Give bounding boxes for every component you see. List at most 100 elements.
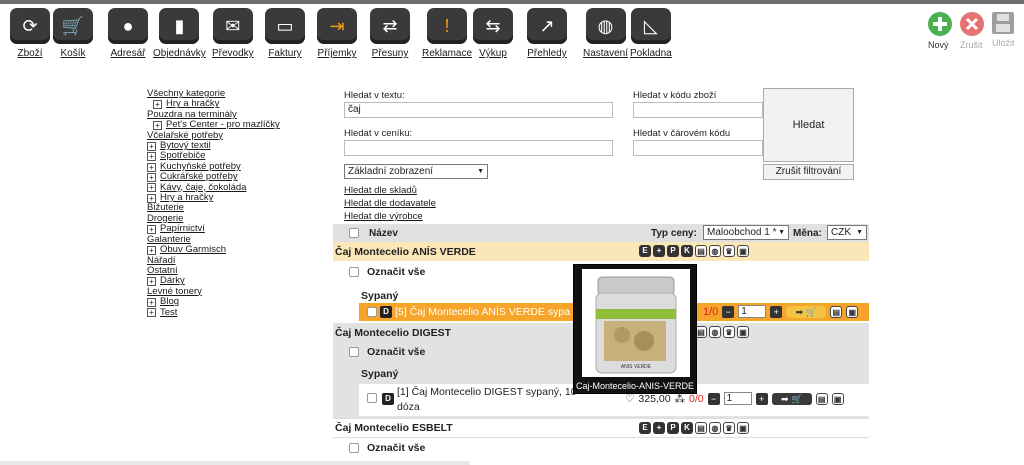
- expand-icon[interactable]: +: [147, 245, 156, 255]
- toolbar-item-reklamace[interactable]: ! Reklamace: [422, 8, 472, 59]
- document-icon[interactable]: ▤: [695, 245, 707, 257]
- parameter-icon[interactable]: P: [667, 245, 679, 257]
- tree-item[interactable]: + Obuv Garmisch: [147, 244, 327, 255]
- product-name: Čaj Montecelio DIGEST: [335, 326, 452, 339]
- product-row[interactable]: Čaj Montecelio ANÍS VERDE E + P K ▤ ◍ ♛ …: [333, 242, 869, 261]
- image-icon[interactable]: ▣: [831, 392, 844, 405]
- toolbar-item-převodky[interactable]: ✉ Převodky: [212, 8, 254, 59]
- price-type-select[interactable]: Maloobchod 1 * ▼: [703, 225, 789, 240]
- mark-all[interactable]: Označit vše: [349, 442, 425, 454]
- toolbar-item-zboží[interactable]: ⟳ Zboží: [10, 8, 50, 59]
- search-by-manufacturer-link[interactable]: Hledat dle výrobce: [344, 211, 423, 222]
- toolbar-item-výkup[interactable]: ⇆ Výkup: [473, 8, 513, 59]
- select-all-checkbox[interactable]: [349, 228, 359, 238]
- item-controls: 1/0 − 1 + ➡ 🛒 ▤ ▣: [703, 305, 859, 318]
- quantity-input[interactable]: 1: [723, 392, 752, 405]
- image-icon[interactable]: ▣: [737, 245, 749, 257]
- toolbar-item-faktury[interactable]: ▭ Faktury: [265, 8, 305, 59]
- expand-icon[interactable]: +: [147, 172, 156, 182]
- globe-icon[interactable]: ◍: [709, 326, 721, 338]
- item-name-continued: dóza: [397, 401, 420, 413]
- buyback-icon: ⇆: [473, 8, 513, 44]
- tree-item[interactable]: + Blog: [147, 296, 327, 307]
- expand-icon[interactable]: +: [153, 100, 162, 110]
- add-to-cart-button[interactable]: ➡ 🛒: [771, 392, 812, 405]
- currency-select[interactable]: CZK ▼: [827, 225, 867, 240]
- add-to-cart-button[interactable]: ➡ 🛒: [786, 305, 827, 318]
- horizontal-scrollbar[interactable]: [0, 461, 470, 465]
- expand-icon[interactable]: +: [147, 152, 156, 162]
- mark-all[interactable]: Označit vše: [349, 346, 425, 358]
- toolbar-item-objednávky[interactable]: ▮ Objednávky: [153, 8, 206, 59]
- search-button[interactable]: Hledat: [763, 88, 854, 162]
- globe-icon[interactable]: ◍: [709, 245, 721, 257]
- cancel-filter-button[interactable]: Zrušit filtrování: [763, 164, 854, 180]
- envelope-icon: ✉: [212, 8, 253, 44]
- table-header: Název Typ ceny: Maloobchod 1 * ▼ Měna: C…: [333, 224, 869, 242]
- globe-icon[interactable]: ◍: [709, 422, 721, 434]
- view-select[interactable]: Základní zobrazení ▼: [344, 164, 488, 179]
- expand-icon[interactable]: +: [147, 308, 156, 318]
- plus-icon[interactable]: +: [755, 392, 768, 405]
- tree-item-label[interactable]: Obuv Garmisch: [160, 244, 226, 255]
- category-icon[interactable]: K: [681, 245, 693, 257]
- image-icon[interactable]: ▣: [846, 305, 859, 318]
- crown-icon[interactable]: ♛: [723, 326, 735, 338]
- toolbar-item-košík[interactable]: 🛒 Košík: [53, 8, 93, 59]
- expand-icon[interactable]: +: [147, 141, 156, 151]
- document-icon[interactable]: ▤: [695, 422, 707, 434]
- edit-icon[interactable]: E: [639, 245, 651, 257]
- mark-all-checkbox[interactable]: [349, 443, 359, 453]
- expand-icon[interactable]: +: [147, 297, 156, 307]
- tree-item-label[interactable]: Test: [160, 307, 177, 318]
- expand-icon[interactable]: +: [153, 120, 162, 130]
- image-icon[interactable]: ▣: [737, 422, 749, 434]
- cancel-button[interactable]: Zrušit: [960, 12, 984, 50]
- toolbar-item-label: Převodky: [212, 48, 254, 59]
- crown-icon[interactable]: ♛: [723, 422, 735, 434]
- expand-icon[interactable]: +: [147, 277, 156, 287]
- mark-all-checkbox[interactable]: [349, 267, 359, 277]
- product-row[interactable]: Čaj Montecelio ESBELT E + P K ▤ ◍ ♛ ▣: [333, 418, 869, 437]
- tree-item[interactable]: + Test: [147, 307, 327, 318]
- document-icon[interactable]: ▤: [830, 305, 843, 318]
- search-barcode-input[interactable]: [633, 140, 763, 156]
- save-button[interactable]: Uložit: [992, 12, 1015, 48]
- toolbar-item-přehledy[interactable]: ↗ Přehledy: [527, 8, 567, 59]
- new-button[interactable]: Nový: [928, 12, 952, 50]
- toolbar-item-pokladna[interactable]: ◺ Pokladna: [630, 8, 672, 59]
- expand-icon[interactable]: +: [147, 224, 156, 234]
- search-code-input[interactable]: [633, 102, 763, 118]
- toolbar-item-label: Faktury: [268, 48, 302, 59]
- toolbar-item-příjemky[interactable]: ⇥ Příjemky: [317, 8, 357, 59]
- image-caption: Caj-Montecelio-ANIS-VERDE: [575, 381, 695, 391]
- document-icon[interactable]: ▤: [815, 392, 828, 405]
- crown-icon[interactable]: ♛: [723, 245, 735, 257]
- minus-icon[interactable]: −: [722, 305, 735, 318]
- image-icon[interactable]: ▣: [737, 326, 749, 338]
- toolbar-item-nastavení[interactable]: ◍ Nastavení: [583, 8, 628, 59]
- parameter-icon[interactable]: P: [667, 422, 679, 434]
- minus-icon[interactable]: −: [707, 392, 720, 405]
- toolbar-item-adresář[interactable]: ● Adresář: [108, 8, 148, 59]
- search-by-warehouse-link[interactable]: Hledat dle skladů: [344, 185, 417, 196]
- item-checkbox[interactable]: [367, 393, 377, 403]
- toolbar-item-přesuny[interactable]: ⇄ Přesuny: [370, 8, 410, 59]
- mark-all[interactable]: Označit vše: [349, 266, 425, 278]
- search-text-input[interactable]: čaj: [344, 102, 613, 118]
- tree-item-label[interactable]: Blog: [160, 296, 179, 307]
- edit-icon[interactable]: E: [639, 422, 651, 434]
- category-icon[interactable]: K: [681, 422, 693, 434]
- quantity-input[interactable]: 1: [738, 305, 767, 318]
- mark-all-checkbox[interactable]: [349, 347, 359, 357]
- search-pricelist-input[interactable]: [344, 140, 613, 156]
- close-icon: [960, 12, 984, 36]
- expand-icon[interactable]: +: [147, 162, 156, 172]
- expand-icon[interactable]: +: [147, 183, 156, 193]
- search-by-supplier-link[interactable]: Hledat dle dodavatele: [344, 198, 436, 209]
- expand-icon[interactable]: +: [147, 193, 156, 203]
- add-icon[interactable]: +: [653, 422, 665, 434]
- item-checkbox[interactable]: [367, 307, 377, 317]
- add-icon[interactable]: +: [653, 245, 665, 257]
- plus-icon[interactable]: +: [770, 305, 783, 318]
